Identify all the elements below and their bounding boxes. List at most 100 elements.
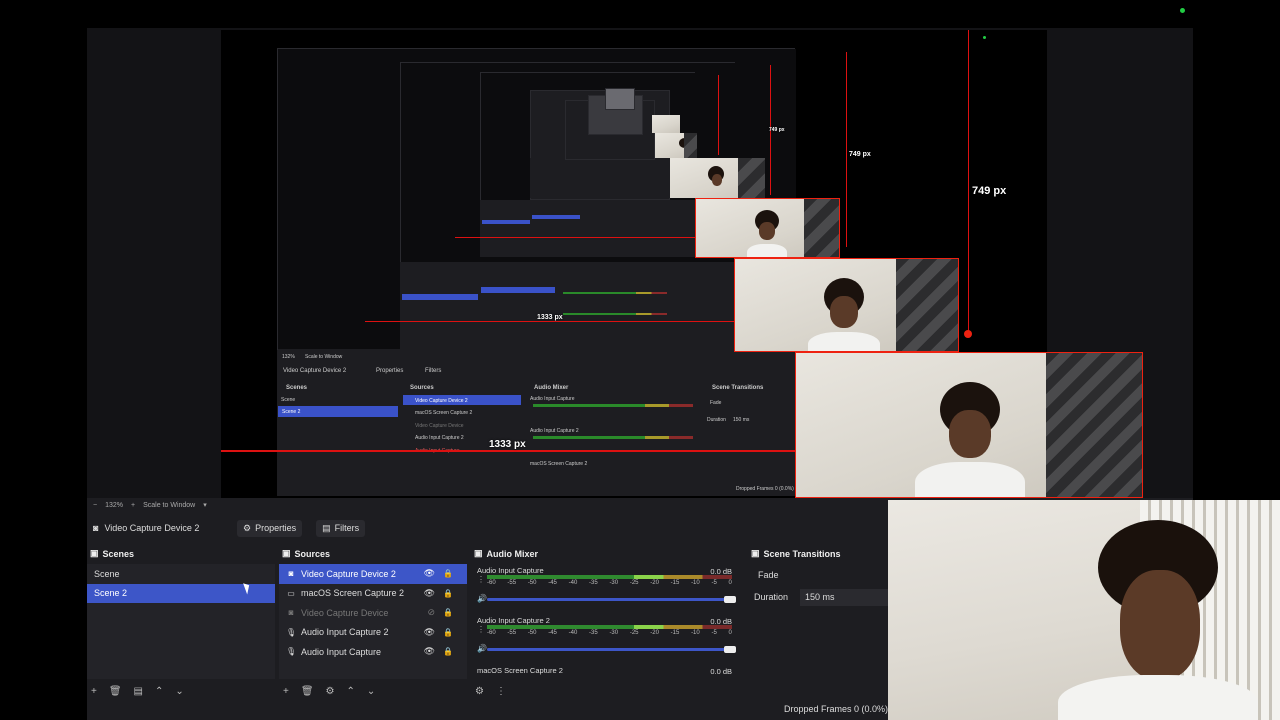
- volume-handle[interactable]: [724, 596, 736, 603]
- channel-name: macOS Screen Capture 2: [477, 666, 563, 675]
- lock-icon[interactable]: 🔒: [443, 589, 453, 598]
- more-icon[interactable]: ⋮: [477, 625, 485, 634]
- nested-src-2: macOS Screen Capture 2: [415, 410, 473, 416]
- camera-icon: ◙: [288, 569, 294, 579]
- scene-transitions-dock: ▣ Scene Transitions Fade Duration 150 ms: [748, 546, 888, 701]
- add-icon[interactable]: +: [283, 686, 289, 697]
- scale-mode[interactable]: Scale to Window: [143, 502, 195, 509]
- volume-slider[interactable]: [487, 648, 732, 651]
- nested-zoom: 132%: [282, 354, 295, 360]
- eye-icon[interactable]: 👁: [424, 588, 435, 599]
- source-item-label: Audio Input Capture: [301, 646, 382, 657]
- trash-icon[interactable]: 🗑: [301, 686, 314, 697]
- height-measurement-1: 749 px: [972, 185, 1007, 197]
- nested-duration-value: 150 ms: [733, 417, 750, 423]
- scenes-header: ▣ Scenes: [87, 546, 275, 561]
- volume-slider[interactable]: [487, 598, 732, 601]
- status-indicator-small: [983, 36, 986, 39]
- speaker-icon[interactable]: 🔊: [477, 594, 487, 603]
- selection-box-1[interactable]: [795, 352, 1143, 498]
- height-measurement-2: 749 px: [849, 151, 871, 158]
- transition-select[interactable]: Fade: [748, 564, 888, 586]
- nested3-scene-selected: [482, 220, 530, 224]
- zoom-level: 132%: [105, 501, 123, 509]
- move-down-icon[interactable]: ⌄: [175, 686, 183, 697]
- properties-label: Properties: [255, 523, 297, 533]
- plus-icon[interactable]: +: [131, 502, 135, 509]
- level-meter: [487, 575, 732, 579]
- selection-box-3: [695, 198, 840, 258]
- source-item[interactable]: 🎙 Audio Input Capture 2 👁 🔒: [279, 623, 467, 643]
- nested-sources-header: Sources: [410, 385, 434, 391]
- duration-input[interactable]: 150 ms: [800, 588, 888, 606]
- source-item-selected[interactable]: ◙ Video Capture Device 2 👁 🔒: [279, 564, 467, 584]
- properties-button[interactable]: ⚙ Properties: [237, 519, 303, 537]
- volume-handle[interactable]: [724, 646, 736, 653]
- audio-mixer-dock: ▣ Audio Mixer Audio Input Capture 0.0 dB…: [471, 546, 744, 701]
- lock-icon[interactable]: 🔒: [443, 628, 453, 637]
- nested-meter-2: [533, 436, 693, 439]
- scenes-icon: ▣: [90, 548, 99, 558]
- guide-horizontal-3: [455, 237, 695, 238]
- gear-icon[interactable]: ⚙: [326, 686, 335, 697]
- eye-icon[interactable]: 👁: [424, 627, 435, 638]
- resize-handle[interactable]: [964, 330, 972, 338]
- nested-title: Video Capture Device 2: [283, 368, 347, 374]
- mixer-header: ▣ Audio Mixer: [471, 546, 744, 561]
- source-item-label: Video Capture Device 2: [301, 568, 396, 579]
- lock-icon[interactable]: 🔒: [443, 569, 453, 578]
- eye-icon[interactable]: 👁: [424, 646, 435, 657]
- monitor-icon: ▭: [287, 588, 295, 598]
- more-icon[interactable]: ⋮: [496, 686, 506, 697]
- transitions-icon: ▣: [751, 548, 760, 558]
- transitions-header: ▣ Scene Transitions: [748, 546, 888, 561]
- chevron-down-icon[interactable]: ▾: [203, 501, 207, 509]
- height-measurement-3: 749 px: [769, 127, 785, 133]
- mixer-icon: ▣: [474, 548, 483, 558]
- meter-scale: -60 -55 -50 -45 -40 -35 -30 -25 -20 -15 -10 -5 0: [487, 630, 732, 636]
- speaker-icon[interactable]: 🔊: [477, 644, 487, 653]
- add-icon[interactable]: +: [91, 686, 97, 697]
- eye-icon[interactable]: 👁: [424, 568, 435, 579]
- scene-item-label: Scene 2: [94, 588, 128, 599]
- nested-mix-2: Audio Input Capture 2: [530, 428, 579, 434]
- nested-obs-level-7: [605, 88, 635, 110]
- source-item-hidden[interactable]: ◙ Video Capture Device ⊘ 🔒: [279, 603, 467, 623]
- guide-horizontal-1: [221, 450, 796, 452]
- nested-duration: Duration: [707, 417, 726, 423]
- filter-icon[interactable]: ▤: [134, 686, 143, 697]
- minus-icon[interactable]: −: [93, 502, 97, 509]
- more-icon[interactable]: ⋮: [477, 575, 485, 584]
- nested-scale: Scale to Window: [305, 354, 343, 360]
- source-toolbar: ◙ Video Capture Device 2 ⚙ Properties ▤ …: [87, 515, 888, 541]
- source-item[interactable]: 🎙 Audio Input Capture 👁 🔒: [279, 642, 467, 662]
- lock-icon[interactable]: 🔒: [443, 608, 453, 617]
- move-down-icon[interactable]: ⌄: [367, 686, 375, 697]
- sources-icon: ▣: [282, 548, 291, 558]
- status-indicator: [1180, 8, 1185, 13]
- nested3-source-selected: [532, 215, 580, 219]
- nested-mix-3: macOS Screen Capture 2: [530, 461, 588, 467]
- gear-icon[interactable]: ⚙: [475, 686, 484, 697]
- filters-button[interactable]: ▤ Filters: [316, 519, 366, 537]
- nested-dropped: Dropped Frames 0 (0.0%): [736, 486, 794, 492]
- source-item-label: Audio Input Capture 2: [301, 627, 389, 638]
- guide-horizontal-2: [365, 321, 735, 322]
- duration-value: 150 ms: [805, 592, 835, 602]
- preview-zoom-bar: − 132% + Scale to Window ▾: [87, 498, 888, 512]
- selected-source-name: Video Capture Device 2: [104, 523, 200, 533]
- scenes-dock: ▣ Scenes Scene Scene 2 + 🗑 ▤ ⌃ ⌄: [87, 546, 275, 701]
- selection-box-2: [734, 258, 959, 352]
- move-up-icon[interactable]: ⌃: [347, 686, 355, 697]
- lock-icon[interactable]: 🔒: [443, 647, 453, 656]
- source-item[interactable]: ▭ macOS Screen Capture 2 👁 🔒: [279, 584, 467, 604]
- nested-fade: Fade: [710, 400, 722, 406]
- selected-source-title: ◙ Video Capture Device 2: [93, 523, 223, 533]
- nested-filters: Filters: [425, 368, 442, 374]
- eye-hidden-icon[interactable]: ⊘: [427, 607, 435, 618]
- width-measurement-1: 1333 px: [489, 439, 526, 450]
- sources-title: Sources: [294, 548, 331, 559]
- transitions-title: Scene Transitions: [763, 548, 841, 559]
- trash-icon[interactable]: 🗑: [109, 686, 122, 697]
- move-up-icon[interactable]: ⌃: [155, 686, 163, 697]
